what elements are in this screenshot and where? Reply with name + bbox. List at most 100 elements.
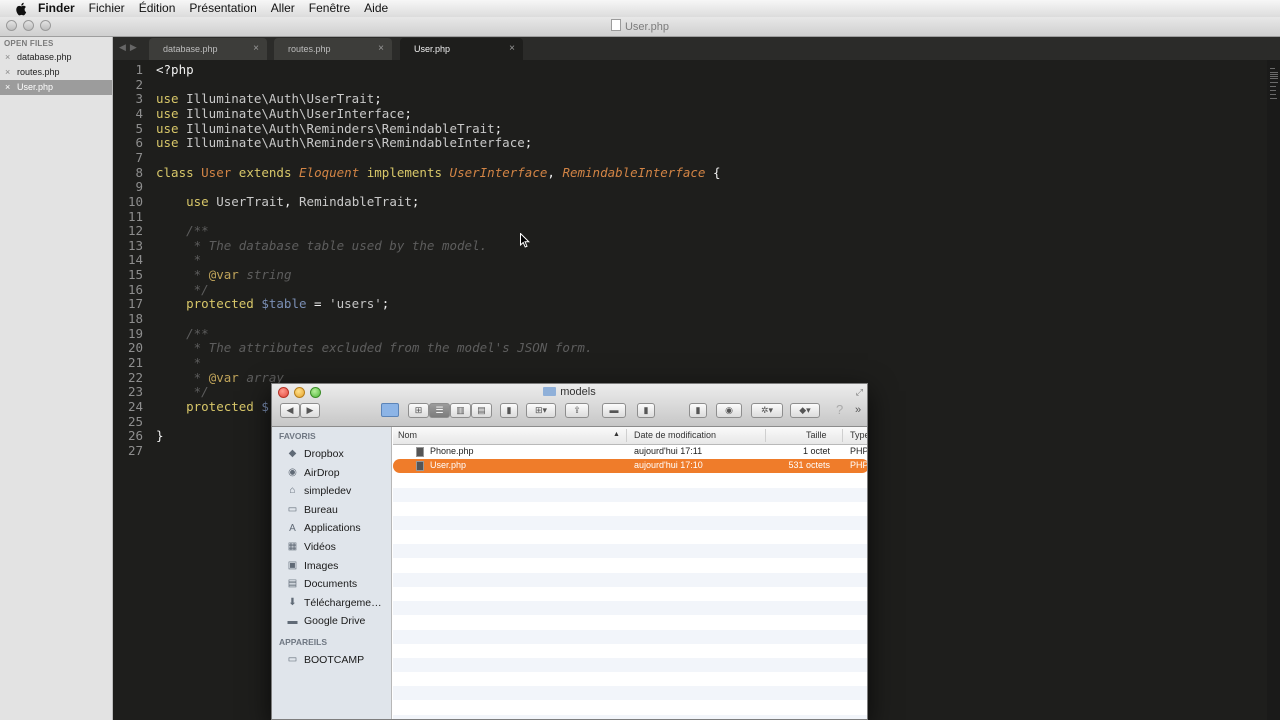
open-file-database[interactable]: × database.php xyxy=(0,50,112,65)
code-line: * @var array xyxy=(156,370,284,385)
code-token: UserTrait xyxy=(216,193,284,209)
code-token: /** xyxy=(156,223,209,239)
sidebar-favorite-item[interactable]: ◆ Dropbox xyxy=(272,445,391,464)
line-number: 8 xyxy=(135,164,143,180)
close-tab-icon[interactable]: × xyxy=(378,38,384,60)
disk-icon: ▭ xyxy=(287,654,298,666)
tab-scroll-arrows-icon[interactable]: ◀▶ xyxy=(119,42,141,53)
code-line: */ xyxy=(156,282,209,297)
home-icon: ⌂ xyxy=(289,485,296,497)
folder-path-icon[interactable] xyxy=(381,403,399,417)
document-button[interactable]: ▮ xyxy=(637,403,655,418)
open-file-routes[interactable]: × routes.php xyxy=(0,65,112,80)
file-list[interactable]: Nom ▲ Date de modification Taille Type P… xyxy=(393,427,867,719)
gear-icon[interactable]: ✲▾ xyxy=(751,403,783,418)
line-number: 27 xyxy=(127,442,143,458)
close-file-icon[interactable]: × xyxy=(5,65,10,80)
sidebar-favorite-item[interactable]: ▬ Google Drive xyxy=(272,612,391,631)
tab-routes[interactable]: routes.php × xyxy=(274,38,392,60)
menu-aller[interactable]: Aller xyxy=(271,0,295,17)
column-type-header[interactable]: Type xyxy=(850,430,867,440)
finder-title: models xyxy=(272,386,867,398)
menu-presentation[interactable]: Présentation xyxy=(189,0,256,17)
code-token: $ xyxy=(261,398,269,414)
sidebar-favorite-item[interactable]: ⬇ Téléchargeme… xyxy=(272,594,391,613)
code-token: * xyxy=(156,369,209,385)
menu-fichier[interactable]: Fichier xyxy=(89,0,125,17)
list-view-button[interactable]: ☰ xyxy=(429,403,450,418)
column-size-header[interactable]: Taille xyxy=(806,430,827,440)
column-name-header[interactable]: Nom xyxy=(398,430,417,440)
more-toolbar-icon[interactable]: » xyxy=(855,404,861,416)
help-icon[interactable]: ? xyxy=(836,402,843,417)
sidebar-favorite-item[interactable]: ⌂ simpledev xyxy=(272,482,391,501)
sidebar-favorite-item[interactable]: ▣ Images xyxy=(272,557,391,576)
file-date: aujourd'hui 17:11 xyxy=(634,446,703,456)
menu-aide[interactable]: Aide xyxy=(364,0,388,17)
open-file-user[interactable]: × User.php xyxy=(0,80,112,95)
forward-button[interactable]: ▶ xyxy=(300,403,320,418)
empty-row xyxy=(393,658,867,672)
file-info-button[interactable]: ▮ xyxy=(689,403,707,418)
code-token: User xyxy=(201,164,239,180)
sidebar-device-item[interactable]: ▭ BOOTCAMP xyxy=(272,651,391,670)
code-line: /** xyxy=(156,223,209,238)
sidebar-favorite-item[interactable]: A Applications xyxy=(272,519,391,538)
code-token: /** xyxy=(156,325,209,341)
tab-database[interactable]: database.php × xyxy=(149,38,267,60)
sidebar-favorite-item[interactable]: ▭ Bureau xyxy=(272,501,391,520)
folder-icon xyxy=(543,387,557,396)
line-number: 3 xyxy=(135,91,143,107)
column-date-header[interactable]: Date de modification xyxy=(634,430,716,440)
open-file-label: database.php xyxy=(17,52,72,62)
dropbox-icon: ◆ xyxy=(288,448,297,460)
file-row[interactable]: Phone.php aujourd'hui 17:11 1 octet PHP xyxy=(393,445,867,459)
arrange-button[interactable]: ⊞▾ xyxy=(526,403,556,418)
desktop-icon: ▭ xyxy=(287,503,298,515)
sort-ascending-icon: ▲ xyxy=(613,431,620,438)
close-tab-icon[interactable]: × xyxy=(509,38,515,60)
fullscreen-icon[interactable]: ⤢ xyxy=(856,387,863,398)
menu-finder[interactable]: Finder xyxy=(38,0,75,17)
apple-icon[interactable] xyxy=(14,2,28,16)
close-file-icon[interactable]: × xyxy=(5,80,10,95)
line-number: 14 xyxy=(127,252,143,268)
menu-fenetre[interactable]: Fenêtre xyxy=(309,0,350,17)
action-file-button[interactable]: ▮ xyxy=(500,403,518,418)
icon-view-button[interactable]: ⊞ xyxy=(408,403,429,418)
sidebar-favorite-item[interactable]: ▦ Vidéos xyxy=(272,538,391,557)
close-tab-icon[interactable]: × xyxy=(253,38,259,60)
column-view-button[interactable]: ▥ xyxy=(450,403,471,418)
file-row[interactable]: User.php aujourd'hui 17:10 531 octets PHP xyxy=(393,459,867,474)
coverflow-view-button[interactable]: ▤ xyxy=(471,403,492,418)
finder-window[interactable]: models ⤢ ◀ ▶ ⊞ ☰ ▥ ▤ ▮ ⊞▾ ⇪ ▬ ▮ ▮ ◉ ✲▾ ◆… xyxy=(271,383,868,720)
line-number: 4 xyxy=(135,105,143,121)
code-token: ; xyxy=(411,193,420,209)
tags-button[interactable]: ▬ xyxy=(602,403,626,418)
minimap[interactable] xyxy=(1267,60,1280,720)
code-line: protected $table = 'users'; xyxy=(156,296,389,311)
open-file-label: User.php xyxy=(17,82,54,92)
php-file-icon xyxy=(416,447,424,457)
code-token: = xyxy=(306,296,330,312)
tab-user[interactable]: User.php × xyxy=(400,38,523,60)
empty-row xyxy=(393,714,867,719)
sidebar-favorite-item[interactable]: ◉ AirDrop xyxy=(272,464,391,483)
code-token: * xyxy=(156,355,202,370)
code-line: use Illuminate\Auth\Reminders\Remindable… xyxy=(156,121,502,136)
tab-label: routes.php xyxy=(288,44,331,54)
documents-icon: ▤ xyxy=(287,578,298,590)
share-button[interactable]: ⇪ xyxy=(565,403,589,418)
sidebar-favorite-item[interactable]: ▤ Documents xyxy=(272,575,391,594)
code-token: $table xyxy=(261,296,307,312)
code-line: * The database table used by the model. xyxy=(156,238,488,253)
back-button[interactable]: ◀ xyxy=(280,403,300,418)
code-token: } xyxy=(156,428,164,444)
code-token: Illuminate\Auth\Reminders\RemindableInte… xyxy=(186,135,525,151)
line-number: 22 xyxy=(127,369,143,385)
close-file-icon[interactable]: × xyxy=(5,50,10,65)
quicklook-eye-icon[interactable]: ◉ xyxy=(716,403,742,418)
menu-edition[interactable]: Édition xyxy=(139,0,176,17)
dropbox-toolbar-icon[interactable]: ◆▾ xyxy=(790,403,820,418)
sidebar-favorite-label: Documents xyxy=(304,578,358,591)
